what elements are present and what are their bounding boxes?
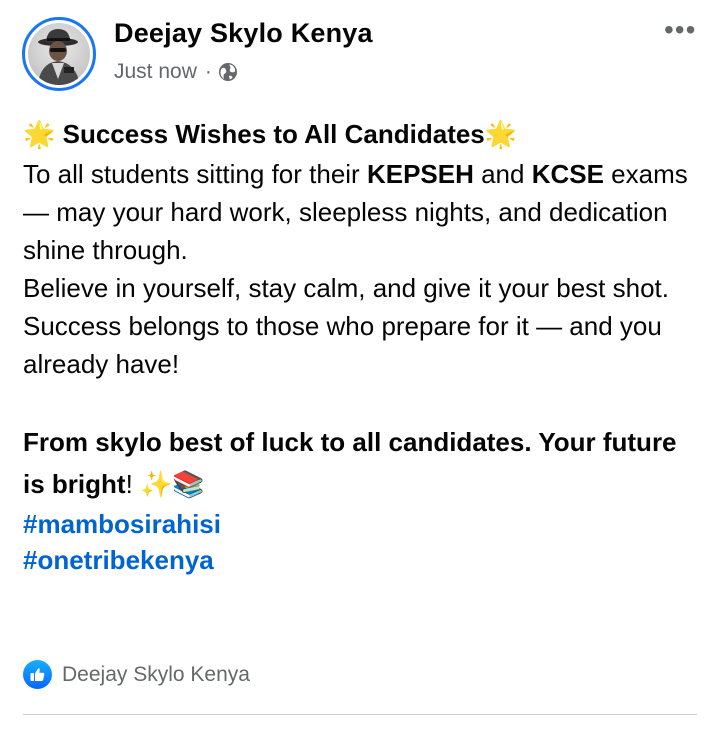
closing-text-d: ! (125, 469, 141, 499)
avatar[interactable] (22, 17, 96, 91)
post-closing: From skylo best of luck to all candidate… (23, 421, 703, 506)
paragraph-1-text-a: To all students sitting for their (23, 159, 367, 189)
post-title: 🌟 Success Wishes to All Candidates🌟 (23, 114, 703, 155)
reaction-summary[interactable]: Deejay Skylo Kenya (23, 660, 250, 689)
glowing-star-emoji-right: 🌟 (484, 120, 518, 150)
glowing-star-emoji-left: 🌟 (23, 120, 56, 150)
meta-separator: · (204, 60, 212, 83)
more-options-button[interactable]: ••• (664, 16, 696, 44)
post-body: 🌟 Success Wishes to All Candidates🌟 To a… (23, 114, 703, 578)
closing-text-a: From skylo best of luck to all candidate… (23, 427, 525, 457)
closing-text-b: . (524, 427, 539, 457)
post-title-text: Success Wishes to All Candidates (62, 119, 485, 149)
divider (23, 714, 697, 715)
post-paragraph-3: Success belongs to those who prepare for… (23, 311, 662, 379)
post-meta: Just now · (114, 60, 238, 84)
hashtag-mambosirahisi[interactable]: #mambosirahisi (23, 506, 703, 542)
post-paragraph-2: Believe in yourself, stay calm, and give… (23, 273, 669, 303)
kepseh-bold: KEPSEH (366, 159, 474, 189)
reaction-label: Deejay Skylo Kenya (62, 662, 250, 686)
timestamp[interactable]: Just now (114, 60, 197, 84)
post-paragraph-1: To all students sitting for their KEPSEH… (23, 155, 703, 269)
paragraph-1-text-c: and (473, 159, 532, 189)
kcse-bold: KCSE (531, 159, 604, 189)
globe-icon[interactable] (218, 62, 238, 82)
page-name[interactable]: Deejay Skylo Kenya (114, 18, 373, 49)
avatar-photo (28, 23, 90, 85)
hashtag-onetribekenya[interactable]: #onetribekenya (23, 542, 703, 578)
like-icon (23, 660, 52, 689)
sparkles-books-emoji: ✨📚 (140, 470, 205, 500)
